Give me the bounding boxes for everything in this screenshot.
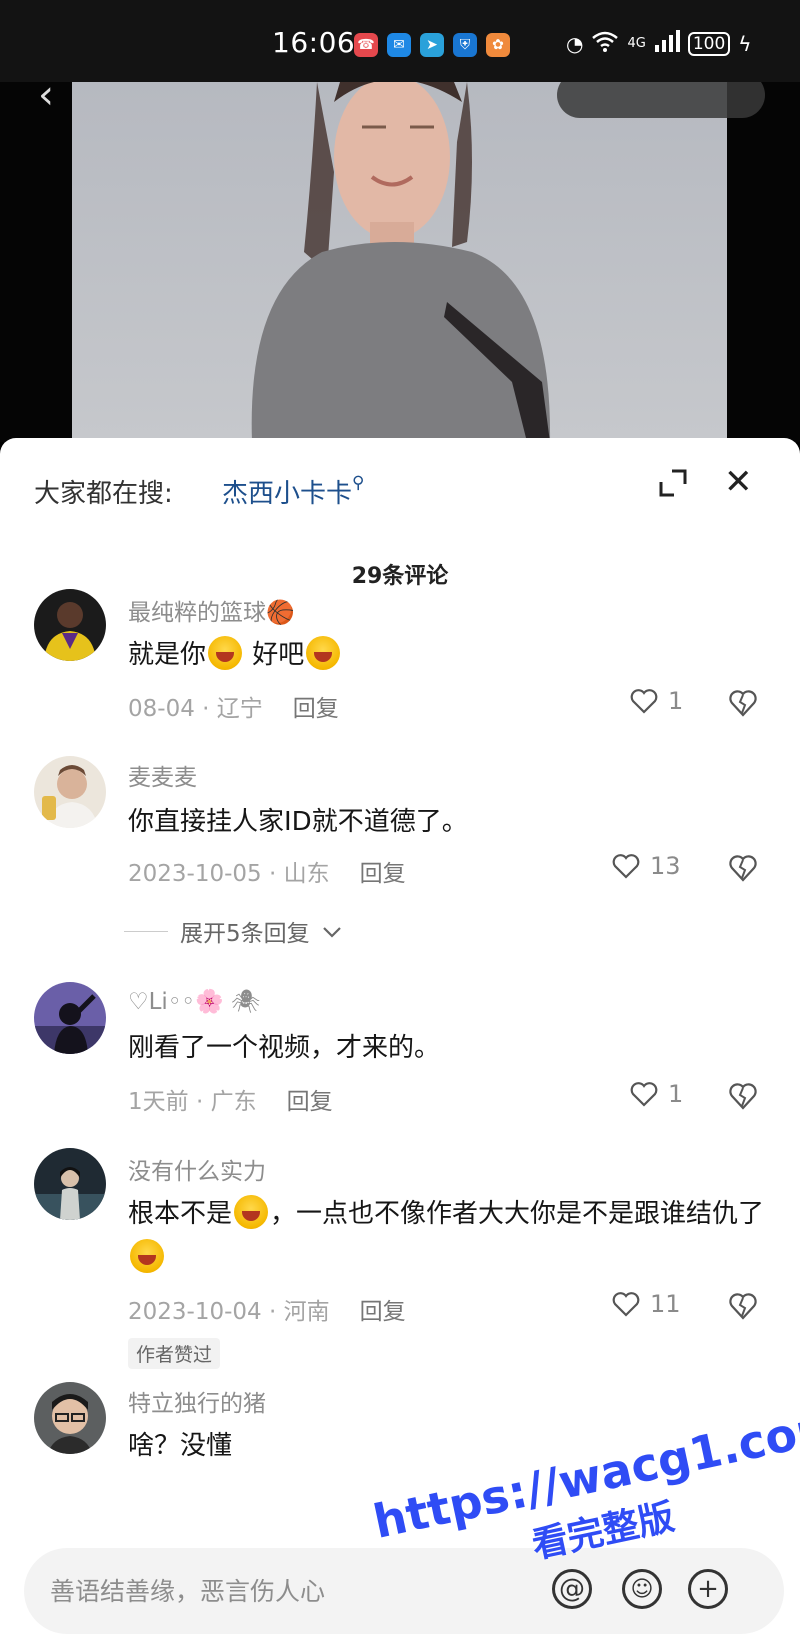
reply-button[interactable]: 回复: [360, 1299, 406, 1325]
telegram-icon: ➤: [420, 33, 444, 57]
like-button[interactable]: 1: [630, 1080, 683, 1108]
reply-button[interactable]: 回复: [360, 861, 406, 887]
like-button[interactable]: 11: [612, 1290, 681, 1318]
laughing-emoji-icon: [208, 636, 243, 670]
network-type: 4G: [627, 36, 646, 51]
reply-button[interactable]: 回复: [293, 696, 339, 722]
video-thumbnail-image: [72, 82, 727, 442]
comment-meta: 2023-10-05 · 山东 回复: [128, 861, 406, 887]
phone-missed-icon: ☎: [354, 33, 378, 57]
heart-icon: [630, 1082, 658, 1107]
comment-text: 刚看了一个视频，才来的。: [128, 1033, 441, 1063]
search-icon: ⚲: [352, 473, 365, 493]
laughing-emoji-icon: [234, 1195, 269, 1229]
battery-level: 100: [687, 31, 731, 56]
comment-username[interactable]: 最纯粹的篮球🏀: [128, 593, 295, 627]
back-icon[interactable]: ‹: [38, 82, 54, 118]
divider: [124, 930, 168, 932]
video-player[interactable]: ‹: [0, 82, 800, 442]
emoji-icon[interactable]: ☺: [622, 1569, 662, 1609]
wifi-icon: [591, 30, 619, 57]
chevron-down-icon: [322, 918, 342, 944]
comment-date: 2023-10-04: [128, 1299, 262, 1325]
comment-input-placeholder[interactable]: 善语结善缘，恶言伤人心: [50, 1572, 325, 1608]
laughing-emoji-icon: [130, 1239, 164, 1273]
avatar[interactable]: [34, 1148, 106, 1220]
like-count: 1: [668, 1080, 684, 1108]
author-liked-badge: 作者赞过: [128, 1338, 221, 1369]
comment-date: 2023-10-05: [128, 861, 262, 887]
broken-heart-icon[interactable]: [728, 1082, 758, 1112]
avatar[interactable]: [34, 756, 106, 828]
comment-meta: 2023-10-04 · 河南 回复: [128, 1299, 406, 1325]
status-bar: 16:06 ☎ ✉ ➤ ⛨ ✿ ◔ 4G 100 ϟ: [0, 0, 800, 82]
like-button[interactable]: 1: [630, 687, 683, 715]
comment-date: 1天前: [128, 1089, 189, 1115]
broken-heart-icon[interactable]: [728, 854, 758, 884]
comment-date: 08-04: [128, 696, 195, 722]
avatar[interactable]: [34, 589, 106, 661]
comment-username[interactable]: 麦麦麦: [128, 758, 197, 792]
comment-input-bar[interactable]: 善语结善缘，恶言伤人心 @ ☺ +: [24, 1548, 784, 1634]
heart-icon: [630, 689, 658, 714]
follow-overlay-button[interactable]: [557, 82, 765, 118]
status-indicators: ◔ 4G 100 ϟ: [566, 30, 751, 57]
message-icon: ✉: [387, 33, 411, 57]
comment-username[interactable]: ♡Li◦◦🌸 🕷: [128, 988, 260, 1015]
like-count: 13: [650, 852, 681, 880]
search-prompt-label: 大家都在搜:: [34, 479, 173, 509]
expand-replies-label: 展开5条回复: [180, 921, 310, 947]
speed-icon: ◔: [566, 31, 584, 56]
video-frame[interactable]: [72, 82, 727, 442]
reply-button[interactable]: 回复: [287, 1089, 333, 1115]
search-suggestion-link[interactable]: 杰西小卡卡⚲: [222, 473, 364, 510]
comment-text: 你直接挂人家ID就不道德了。: [128, 807, 468, 837]
status-app-icons: ☎ ✉ ➤ ⛨ ✿: [354, 33, 510, 57]
heart-icon: [612, 854, 640, 879]
comment-count-title: 29条评论: [351, 564, 449, 589]
comment-text: 根本不是 ，一点也不像作者大大你是不是跟谁结仇了: [128, 1192, 768, 1280]
mention-icon[interactable]: @: [552, 1569, 592, 1609]
close-icon[interactable]: ✕: [724, 465, 753, 499]
like-count: 1: [668, 687, 684, 715]
comment-text: 啥？没懂: [128, 1431, 233, 1461]
comment-location: 辽宁: [216, 696, 263, 722]
comment-location: 广东: [210, 1089, 257, 1115]
photo-icon: ✿: [486, 33, 510, 57]
signal-icon: [654, 30, 680, 57]
comment-text-part: 好吧: [252, 640, 305, 670]
heart-icon: [612, 1292, 640, 1317]
comment-location: 河南: [283, 1299, 330, 1325]
search-term-text: 杰西小卡卡: [222, 479, 353, 509]
comment-meta: 1天前 · 广东 回复: [128, 1089, 333, 1115]
broken-heart-icon[interactable]: [728, 1292, 758, 1322]
status-time: 16:06: [272, 26, 356, 59]
shield-icon: ⛨: [453, 33, 477, 57]
expand-icon[interactable]: [658, 468, 688, 498]
comment-meta: 08-04 · 辽宁 回复: [128, 696, 339, 722]
expand-replies-button[interactable]: 展开5条回复: [124, 914, 342, 948]
comment-location: 山东: [283, 861, 330, 887]
charging-icon: ϟ: [738, 31, 752, 56]
comment-text-part: 就是你: [128, 640, 207, 670]
comment-text: 就是你 好吧: [128, 633, 768, 677]
like-button[interactable]: 13: [612, 852, 681, 880]
add-icon[interactable]: +: [688, 1569, 728, 1609]
broken-heart-icon[interactable]: [728, 689, 758, 719]
like-count: 11: [650, 1290, 681, 1318]
comment-username[interactable]: 没有什么实力: [128, 1152, 266, 1186]
avatar[interactable]: [34, 1382, 106, 1454]
comment-text-part: ，一点也不像作者大大你是不是跟谁结仇了: [270, 1199, 765, 1229]
avatar[interactable]: [34, 982, 106, 1054]
laughing-emoji-icon: [306, 636, 341, 670]
comment-username[interactable]: 特立独行的猪: [128, 1384, 266, 1418]
comment-text-part: 根本不是: [128, 1199, 233, 1229]
